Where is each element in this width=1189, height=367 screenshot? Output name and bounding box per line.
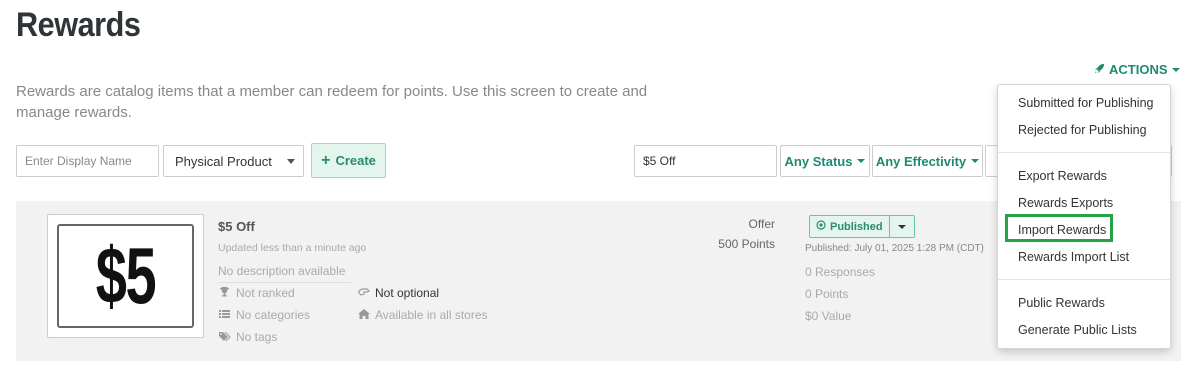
chevron-down-icon <box>971 159 980 163</box>
menu-item-export-rewards[interactable]: Export Rewards <box>1018 169 1107 183</box>
effectivity-filter-label: Any Effectivity <box>875 153 967 169</box>
hand-icon <box>357 287 370 300</box>
reward-description: No description available <box>218 264 346 278</box>
reward-type-select[interactable]: Physical Product <box>163 145 304 177</box>
chevron-down-icon <box>287 159 295 164</box>
rocket-icon <box>1094 62 1105 77</box>
reward-updated: Updated less than a minute ago <box>218 242 367 254</box>
status-filter-button[interactable]: Any Status <box>780 145 870 177</box>
actions-label: ACTIONS <box>1109 62 1168 77</box>
ranked-info: Not ranked <box>218 286 295 300</box>
status-dropdown[interactable]: Published <box>809 215 915 238</box>
reward-image[interactable]: $5 <box>47 214 204 338</box>
ranked-text: Not ranked <box>236 286 295 300</box>
reward-name[interactable]: $5 Off <box>218 219 255 234</box>
chevron-down-icon <box>857 159 866 163</box>
page-title: Rewards <box>16 6 141 44</box>
chevron-down-icon <box>1171 67 1180 72</box>
value-stat: $0 Value <box>805 309 852 323</box>
menu-item-import-rewards[interactable]: Import Rewards <box>1018 223 1106 237</box>
status-button[interactable]: Published <box>809 215 890 238</box>
tags-text: No tags <box>236 330 278 344</box>
menu-item-public-rewards[interactable]: Public Rewards <box>1018 296 1105 310</box>
tags-icon <box>218 331 231 344</box>
categories-text: No categories <box>236 308 311 322</box>
menu-item-rewards-import-list[interactable]: Rewards Import List <box>1018 250 1129 264</box>
stores-text: Available in all stores <box>375 308 488 322</box>
reward-image-text: $5 <box>95 231 157 320</box>
check-circle-icon <box>816 220 826 233</box>
optional-info: Not optional <box>357 286 439 300</box>
search-value: $5 Off <box>643 154 676 168</box>
reward-type-value: Physical Product <box>175 153 272 169</box>
menu-item-rejected[interactable]: Rejected for Publishing <box>1018 123 1147 137</box>
responses-stat: 0 Responses <box>805 265 876 279</box>
menu-item-generate-public-lists[interactable]: Generate Public Lists <box>1018 323 1137 337</box>
menu-divider <box>998 152 1170 153</box>
create-label: Create <box>335 153 376 168</box>
list-icon <box>218 309 231 322</box>
stores-info: Available in all stores <box>357 308 488 322</box>
reward-type: Offer <box>748 217 775 231</box>
search-input[interactable]: $5 Off <box>634 145 777 177</box>
actions-menu: Submitted for Publishing Rejected for Pu… <box>997 84 1171 349</box>
home-icon <box>357 308 370 322</box>
menu-item-submitted[interactable]: Submitted for Publishing <box>1018 96 1154 110</box>
points-stat: 0 Points <box>805 287 849 301</box>
effectivity-filter-button[interactable]: Any Effectivity <box>872 145 983 177</box>
status-label: Published <box>830 220 883 233</box>
status-filter-label: Any Status <box>784 153 853 169</box>
published-date: Published: July 01, 2025 1:28 PM (CDT) <box>805 243 984 254</box>
display-name-input[interactable]: Enter Display Name <box>16 145 159 177</box>
categories-info: No categories <box>218 308 310 322</box>
reward-points-cost: 500 Points <box>718 237 775 251</box>
optional-text: Not optional <box>375 286 440 300</box>
plus-icon: + <box>321 151 331 169</box>
trophy-icon <box>218 286 231 300</box>
menu-divider <box>998 279 1170 280</box>
page-description: Rewards are catalog items that a member … <box>16 83 648 121</box>
divider <box>218 282 351 283</box>
menu-item-rewards-exports[interactable]: Rewards Exports <box>1018 196 1113 210</box>
status-caret-button[interactable] <box>889 215 915 238</box>
display-name-placeholder: Enter Display Name <box>25 154 132 168</box>
tags-info: No tags <box>218 330 277 344</box>
chevron-down-icon <box>897 224 906 229</box>
actions-button[interactable]: ACTIONS <box>1094 62 1180 77</box>
create-button[interactable]: + Create <box>311 143 386 178</box>
